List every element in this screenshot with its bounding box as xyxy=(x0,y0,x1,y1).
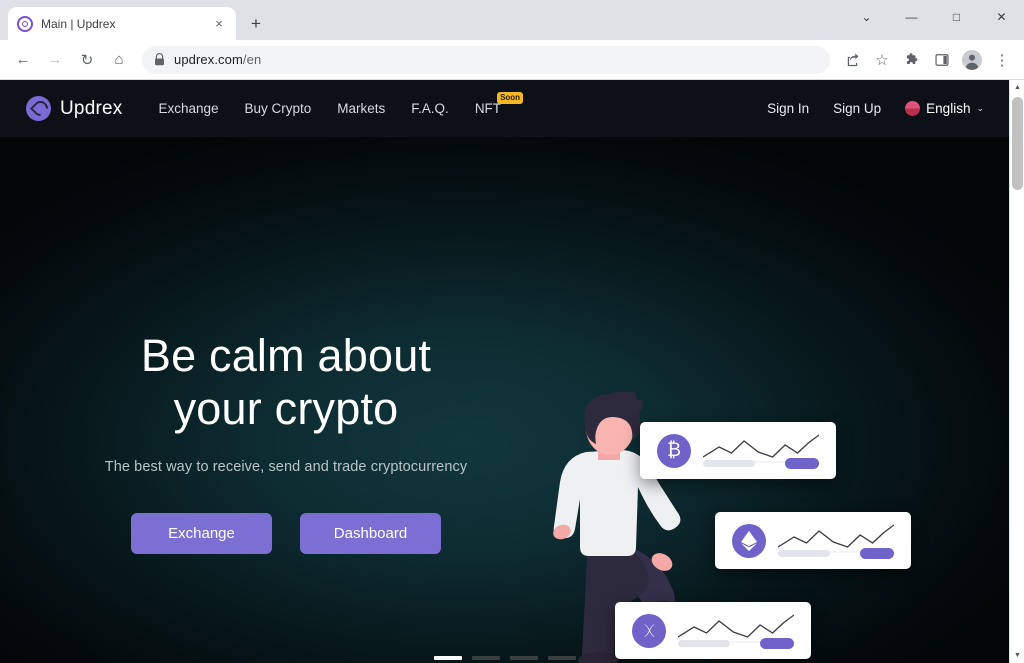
share-icon[interactable] xyxy=(838,46,866,74)
dashboard-button[interactable]: Dashboard xyxy=(300,513,441,555)
card-action-pill[interactable] xyxy=(785,458,819,469)
scroll-down-icon[interactable]: ▼ xyxy=(1010,648,1024,663)
forward-icon[interactable]: → xyxy=(40,45,70,75)
scroll-up-icon[interactable]: ▲ xyxy=(1010,80,1024,95)
profile-icon[interactable] xyxy=(958,46,986,74)
reload-icon[interactable]: ↻ xyxy=(72,45,102,75)
vertical-scrollbar[interactable]: ▲ ▼ xyxy=(1009,80,1024,663)
scrollbar-thumb[interactable] xyxy=(1012,97,1023,190)
browser-tab[interactable]: Main | Updrex × xyxy=(8,7,236,40)
nav-right-group: Sign In Sign Up English ⌄ xyxy=(767,101,1010,116)
card-placeholder-bar xyxy=(678,640,730,647)
tab-search-icon[interactable]: ⌄ xyxy=(844,0,889,34)
ethereum-icon xyxy=(732,523,766,558)
hero-title-line2: your crypto xyxy=(173,383,399,435)
site-navbar: Updrex Exchange Buy Crypto Markets F.A.Q… xyxy=(0,80,1010,137)
card-placeholder-bar xyxy=(703,460,755,467)
site-logo[interactable]: Updrex xyxy=(26,96,122,121)
bitcoin-icon: ₿ xyxy=(657,433,691,468)
lock-icon xyxy=(155,53,164,66)
nav-item-buy-crypto[interactable]: Buy Crypto xyxy=(245,101,312,116)
browser-menu-icon[interactable]: ⋮ xyxy=(988,46,1016,74)
maximize-button[interactable]: □ xyxy=(934,0,979,34)
hero-copy: Be calm about your crypto The best way t… xyxy=(0,329,572,555)
crypto-card-xrp[interactable] xyxy=(615,602,811,659)
minimize-button[interactable]: — xyxy=(889,0,934,34)
card-action-pill[interactable] xyxy=(860,548,894,559)
extensions-icon[interactable] xyxy=(898,46,926,74)
side-panel-icon[interactable] xyxy=(928,46,956,74)
close-tab-icon[interactable]: × xyxy=(211,16,227,32)
page-title: Be calm about your crypto xyxy=(0,329,572,435)
exchange-button[interactable]: Exchange xyxy=(131,513,272,555)
carousel-indicators xyxy=(0,656,1010,660)
card-body xyxy=(678,605,794,656)
card-body xyxy=(778,515,894,566)
hero-title-line1: Be calm about xyxy=(140,330,432,381)
web-page: Updrex Exchange Buy Crypto Markets F.A.Q… xyxy=(0,80,1010,663)
nav-item-nft[interactable]: NFT Soon xyxy=(475,92,524,116)
chevron-down-icon: ⌄ xyxy=(976,103,984,113)
language-label: English xyxy=(926,101,971,116)
close-window-button[interactable]: ✕ xyxy=(979,0,1024,34)
card-action-pill[interactable] xyxy=(760,638,794,649)
home-icon[interactable]: ⌂ xyxy=(104,45,134,75)
carousel-dot-4[interactable] xyxy=(548,656,576,660)
language-flag-icon xyxy=(905,101,921,116)
hero-illustration: ₿ xyxy=(520,137,940,663)
nav-item-markets[interactable]: Markets xyxy=(337,101,385,116)
carousel-dot-2[interactable] xyxy=(472,656,500,660)
window-controls: ⌄ — □ ✕ xyxy=(844,0,1024,34)
updrex-favicon-icon xyxy=(17,15,33,32)
card-placeholder-bar xyxy=(778,550,830,557)
tab-title: Main | Updrex xyxy=(41,16,116,31)
url-path: /en xyxy=(242,52,262,67)
crypto-card-bitcoin[interactable]: ₿ xyxy=(640,422,836,479)
hero-subtitle: The best way to receive, send and trade … xyxy=(104,459,468,476)
back-icon[interactable]: ← xyxy=(8,45,38,75)
carousel-dot-1[interactable] xyxy=(434,656,462,660)
crypto-card-ethereum[interactable] xyxy=(715,512,911,569)
address-bar[interactable]: updrex.com/en xyxy=(142,45,830,74)
hero-section: Be calm about your crypto The best way t… xyxy=(0,137,1010,663)
nav-item-exchange[interactable]: Exchange xyxy=(158,101,218,116)
soon-badge: Soon xyxy=(497,92,524,104)
updrex-logo-icon xyxy=(26,96,51,121)
card-body xyxy=(703,425,819,476)
xrp-icon xyxy=(632,613,666,648)
nav-item-faq[interactable]: F.A.Q. xyxy=(411,101,449,116)
brand-name: Updrex xyxy=(60,97,123,119)
sign-up-link[interactable]: Sign Up xyxy=(833,101,881,116)
browser-toolbar: ← → ↻ ⌂ updrex.com/en ☆ ⋮ xyxy=(0,40,1024,80)
browser-window: Main | Updrex × + ⌄ — □ ✕ ← → ↻ ⌂ updrex… xyxy=(0,0,1024,663)
tab-strip: Main | Updrex × + ⌄ — □ ✕ xyxy=(0,0,1024,40)
url-host: updrex.com xyxy=(174,52,243,67)
language-selector[interactable]: English ⌄ xyxy=(905,101,984,116)
hero-cta-group: Exchange Dashboard xyxy=(0,513,572,555)
sign-in-link[interactable]: Sign In xyxy=(767,101,809,116)
new-tab-button[interactable]: + xyxy=(242,9,270,37)
url-text: updrex.com/en xyxy=(174,52,261,67)
carousel-dot-3[interactable] xyxy=(510,656,538,660)
nav-links: Exchange Buy Crypto Markets F.A.Q. NFT So… xyxy=(158,92,524,116)
bookmark-icon[interactable]: ☆ xyxy=(868,46,896,74)
